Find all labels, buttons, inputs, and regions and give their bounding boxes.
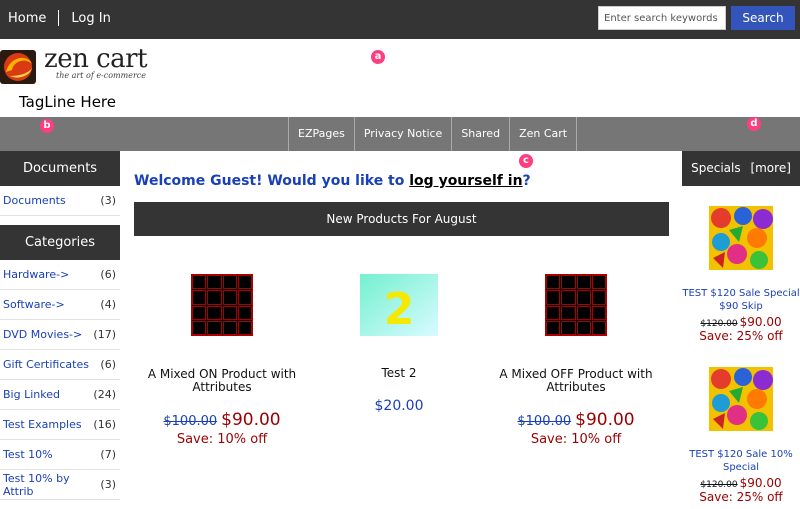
top-nav: Home Log In xyxy=(8,10,111,26)
specials-title: Specials xyxy=(691,161,741,175)
sidebar-item-count: (3) xyxy=(100,478,116,491)
documents-heading: Documents xyxy=(0,151,120,186)
buttons-product-image[interactable] xyxy=(709,367,773,431)
sidebar-item-label[interactable]: Gift Certificates xyxy=(3,358,89,371)
product-card[interactable]: 2 Test 2 $20.00 xyxy=(314,274,484,414)
sidebar-item-count: (6) xyxy=(100,358,116,371)
sidebar-item-test-examples[interactable]: Test Examples (16) xyxy=(0,410,120,440)
sidebar-item-count: (4) xyxy=(100,298,116,311)
nav-item-shared[interactable]: Shared xyxy=(451,117,509,151)
welcome-text: Welcome Guest! Would you like to xyxy=(134,173,410,189)
tagline: TagLine Here xyxy=(19,93,116,111)
sidebar-item-label[interactable]: Test 10% xyxy=(3,448,53,461)
product-card[interactable]: A Mixed OFF Product with Attributes $100… xyxy=(491,274,661,447)
search-button[interactable]: Search xyxy=(731,6,795,30)
old-price: $120.00 xyxy=(700,319,738,329)
sidebar-item-label[interactable]: Test Examples xyxy=(3,418,82,431)
sidebar-item-documents[interactable]: Documents (3) xyxy=(0,186,120,216)
sidebar-item-label[interactable]: Test 10% by Attrib xyxy=(3,472,100,498)
login-link-welcome[interactable]: log yourself in xyxy=(409,173,522,189)
sidebar-item-gift-certificates[interactable]: Gift Certificates (6) xyxy=(0,350,120,380)
nav-separator xyxy=(58,10,60,26)
product-price: $20.00 xyxy=(374,398,424,414)
product-image-text: 2 xyxy=(384,284,415,335)
sidebar-item-software[interactable]: Software-> (4) xyxy=(0,290,120,320)
login-link[interactable]: Log In xyxy=(71,11,110,26)
product-name[interactable]: A Mixed OFF Product with Attributes xyxy=(491,368,661,394)
sidebar-item-count: (7) xyxy=(100,448,116,461)
sidebar-item-count: (24) xyxy=(93,388,116,401)
sidebar-item-label[interactable]: Hardware-> xyxy=(3,268,69,281)
new-products-heading: New Products For August xyxy=(134,202,669,236)
welcome-message: Welcome Guest! Would you like to log you… xyxy=(134,173,531,189)
search-input[interactable] xyxy=(598,6,726,30)
sale-price: $90.00 xyxy=(221,410,281,430)
sidebar-item-test-10-by-attrib[interactable]: Test 10% by Attrib (3) xyxy=(0,470,120,500)
nav-item-zen-cart[interactable]: Zen Cart xyxy=(509,117,578,151)
specials-more-link[interactable]: [more] xyxy=(750,161,790,175)
special-item[interactable]: TEST $120 Sale Special $90 Skip $120.00 $… xyxy=(682,206,800,343)
sidebar-item-count: (3) xyxy=(100,194,116,207)
number-2-product-image[interactable]: 2 xyxy=(360,274,438,336)
product-name[interactable]: A Mixed ON Product with Attributes xyxy=(137,368,307,394)
categories-heading: Categories xyxy=(0,225,120,260)
marker-c: c xyxy=(519,154,533,168)
product-name[interactable]: Test 2 xyxy=(314,367,484,380)
sidebar-item-big-linked[interactable]: Big Linked (24) xyxy=(0,380,120,410)
buttons-product-image[interactable] xyxy=(709,206,773,270)
specials-heading: Specials [more] xyxy=(682,151,800,186)
product-image[interactable] xyxy=(191,274,253,336)
logo-text: zen cart xyxy=(44,44,148,74)
logo-subtitle: the art of e-commerce xyxy=(56,71,146,80)
product-prices: $100.00 $90.00 xyxy=(491,410,661,430)
home-link[interactable]: Home xyxy=(8,11,46,26)
sidebar-item-test-10[interactable]: Test 10% (7) xyxy=(0,440,120,470)
old-price: $100.00 xyxy=(517,414,572,429)
ezpages-nav: EZPages Privacy Notice Shared Zen Cart xyxy=(288,117,578,151)
product-prices: $100.00 $90.00 xyxy=(137,410,307,430)
nav-item-privacy-notice[interactable]: Privacy Notice xyxy=(353,117,451,151)
sale-price: $90.00 xyxy=(739,476,782,490)
save-text: Save: 25% off xyxy=(699,329,783,343)
sidebar-item-label[interactable]: Software-> xyxy=(3,298,65,311)
special-name[interactable]: TEST $120 Sale 10% Special xyxy=(682,448,800,474)
sidebar-item-count: (16) xyxy=(93,418,116,431)
sidebar-item-label[interactable]: DVD Movies-> xyxy=(3,328,82,341)
specials-sidebar: Specials [more] xyxy=(682,151,800,186)
product-image[interactable] xyxy=(545,274,607,336)
save-text: Save: 25% off xyxy=(699,490,783,504)
sidebar-item-hardware[interactable]: Hardware-> (6) xyxy=(0,260,120,290)
sidebar-item-label[interactable]: Documents xyxy=(3,194,66,207)
old-price: $100.00 xyxy=(163,414,218,429)
sidebar-item-dvd-movies[interactable]: DVD Movies-> (17) xyxy=(0,320,120,350)
old-price: $120.00 xyxy=(700,480,738,490)
marker-b: b xyxy=(40,119,54,133)
nav-item-ezpages[interactable]: EZPages xyxy=(288,117,354,151)
product-card[interactable]: A Mixed ON Product with Attributes $100.… xyxy=(137,274,307,447)
sidebar-item-count: (6) xyxy=(100,268,116,281)
special-item[interactable]: TEST $120 Sale 10% Special $120.00 $90.00… xyxy=(682,367,800,504)
sale-price: $90.00 xyxy=(739,315,782,329)
sidebar-item-label[interactable]: Big Linked xyxy=(3,388,60,401)
welcome-end: ? xyxy=(522,173,531,189)
marker-a: a xyxy=(371,50,385,64)
left-sidebar: Documents Documents (3) Categories Hardw… xyxy=(0,151,120,500)
sale-price: $90.00 xyxy=(575,410,635,430)
special-name[interactable]: TEST $120 Sale Special $90 Skip xyxy=(682,287,800,313)
marker-d: d xyxy=(747,117,761,131)
special-prices: $120.00 $90.00 xyxy=(682,476,800,490)
save-text: Save: 10% off xyxy=(176,432,268,447)
save-text: Save: 10% off xyxy=(530,432,622,447)
special-prices: $120.00 $90.00 xyxy=(682,315,800,329)
sidebar-item-count: (17) xyxy=(93,328,116,341)
